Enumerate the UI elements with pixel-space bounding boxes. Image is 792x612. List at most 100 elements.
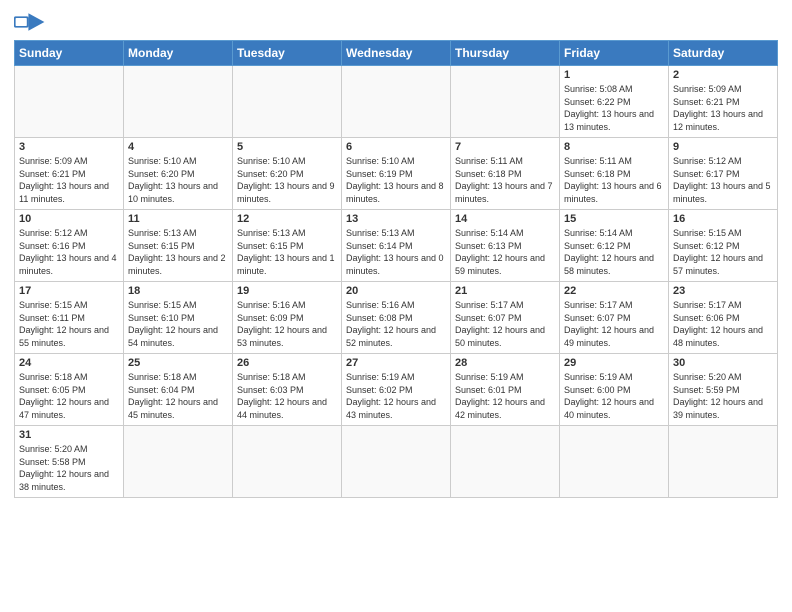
- day-number: 5: [237, 141, 337, 153]
- day-cell: 7 Sunrise: 5:11 AM Sunset: 6:18 PM Daylig…: [451, 138, 560, 210]
- day-number: 25: [128, 357, 228, 369]
- day-info: Sunrise: 5:18 AM Sunset: 6:04 PM Dayligh…: [128, 371, 228, 421]
- day-info: Sunrise: 5:19 AM Sunset: 6:02 PM Dayligh…: [346, 371, 446, 421]
- day-cell: 23Sunrise: 5:17 AM Sunset: 6:06 PM Dayli…: [669, 282, 778, 354]
- logo: [14, 10, 50, 34]
- day-cell: 6Sunrise: 5:10 AM Sunset: 6:19 PM Daylig…: [342, 138, 451, 210]
- day-info: Sunrise: 5:20 AM Sunset: 5:59 PM Dayligh…: [673, 371, 773, 421]
- day-info: Sunrise: 5:17 AM Sunset: 6:07 PM Dayligh…: [455, 299, 555, 349]
- day-cell: 3Sunrise: 5:09 AM Sunset: 6:21 PM Daylig…: [15, 138, 124, 210]
- day-cell: [669, 426, 778, 498]
- week-row-3: 10 Sunrise: 5:12 AM Sunset: 6:16 PM Dayli…: [15, 210, 778, 282]
- day-cell: 31 Sunrise: 5:20 AM Sunset: 5:58 PM Dayli…: [15, 426, 124, 498]
- day-info: Sunrise: 5:17 AM Sunset: 6:07 PM Dayligh…: [564, 299, 664, 349]
- day-cell: 28Sunrise: 5:19 AM Sunset: 6:01 PM Dayli…: [451, 354, 560, 426]
- day-number: 12: [237, 213, 337, 225]
- day-number: 29: [564, 357, 664, 369]
- day-number: 26: [237, 357, 337, 369]
- day-cell: 16 Sunrise: 5:15 AM Sunset: 6:12 PM Dayli…: [669, 210, 778, 282]
- weekday-header-tuesday: Tuesday: [233, 41, 342, 66]
- page: SundayMondayTuesdayWednesdayThursdayFrid…: [0, 0, 792, 508]
- day-info: Sunrise: 5:19 AM Sunset: 6:00 PM Dayligh…: [564, 371, 664, 421]
- day-cell: 25 Sunrise: 5:18 AM Sunset: 6:04 PM Dayli…: [124, 354, 233, 426]
- day-number: 2: [673, 69, 773, 81]
- day-number: 6: [346, 141, 446, 153]
- weekday-header-wednesday: Wednesday: [342, 41, 451, 66]
- day-cell: [560, 426, 669, 498]
- day-cell: 18 Sunrise: 5:15 AM Sunset: 6:10 PM Dayli…: [124, 282, 233, 354]
- day-number: 30: [673, 357, 773, 369]
- day-info: Sunrise: 5:11 AM Sunset: 6:18 PM Dayligh…: [564, 155, 664, 205]
- day-cell: [124, 66, 233, 138]
- day-cell: 20Sunrise: 5:16 AM Sunset: 6:08 PM Dayli…: [342, 282, 451, 354]
- day-number: 10: [19, 213, 119, 225]
- day-cell: 10 Sunrise: 5:12 AM Sunset: 6:16 PM Dayli…: [15, 210, 124, 282]
- day-cell: 21 Sunrise: 5:17 AM Sunset: 6:07 PM Dayli…: [451, 282, 560, 354]
- weekday-header-monday: Monday: [124, 41, 233, 66]
- day-info: Sunrise: 5:14 AM Sunset: 6:12 PM Dayligh…: [564, 227, 664, 277]
- week-row-5: 24 Sunrise: 5:18 AM Sunset: 6:05 PM Dayli…: [15, 354, 778, 426]
- day-cell: 24 Sunrise: 5:18 AM Sunset: 6:05 PM Dayli…: [15, 354, 124, 426]
- day-info: Sunrise: 5:15 AM Sunset: 6:12 PM Dayligh…: [673, 227, 773, 277]
- weekday-header-friday: Friday: [560, 41, 669, 66]
- day-number: 23: [673, 285, 773, 297]
- weekday-header-row: SundayMondayTuesdayWednesdayThursdayFrid…: [15, 41, 778, 66]
- day-info: Sunrise: 5:08 AM Sunset: 6:22 PM Dayligh…: [564, 83, 664, 133]
- day-cell: 26Sunrise: 5:18 AM Sunset: 6:03 PM Dayli…: [233, 354, 342, 426]
- day-number: 21: [455, 285, 555, 297]
- logo-icon: [14, 10, 46, 34]
- day-number: 27: [346, 357, 446, 369]
- day-number: 19: [237, 285, 337, 297]
- day-info: Sunrise: 5:16 AM Sunset: 6:09 PM Dayligh…: [237, 299, 337, 349]
- day-info: Sunrise: 5:11 AM Sunset: 6:18 PM Dayligh…: [455, 155, 555, 205]
- day-number: 16: [673, 213, 773, 225]
- day-cell: 22 Sunrise: 5:17 AM Sunset: 6:07 PM Dayli…: [560, 282, 669, 354]
- header: [14, 10, 778, 34]
- weekday-header-saturday: Saturday: [669, 41, 778, 66]
- weekday-header-sunday: Sunday: [15, 41, 124, 66]
- day-cell: 11Sunrise: 5:13 AM Sunset: 6:15 PM Dayli…: [124, 210, 233, 282]
- day-info: Sunrise: 5:09 AM Sunset: 6:21 PM Dayligh…: [673, 83, 773, 133]
- day-info: Sunrise: 5:12 AM Sunset: 6:16 PM Dayligh…: [19, 227, 119, 277]
- day-cell: 8Sunrise: 5:11 AM Sunset: 6:18 PM Daylig…: [560, 138, 669, 210]
- week-row-1: 1 Sunrise: 5:08 AM Sunset: 6:22 PM Daylig…: [15, 66, 778, 138]
- day-cell: [15, 66, 124, 138]
- day-number: 24: [19, 357, 119, 369]
- day-number: 3: [19, 141, 119, 153]
- day-number: 18: [128, 285, 228, 297]
- day-info: Sunrise: 5:15 AM Sunset: 6:10 PM Dayligh…: [128, 299, 228, 349]
- day-cell: 27 Sunrise: 5:19 AM Sunset: 6:02 PM Dayli…: [342, 354, 451, 426]
- day-cell: [342, 66, 451, 138]
- day-number: 4: [128, 141, 228, 153]
- week-row-4: 17Sunrise: 5:15 AM Sunset: 6:11 PM Dayli…: [15, 282, 778, 354]
- day-number: 13: [346, 213, 446, 225]
- day-cell: 15Sunrise: 5:14 AM Sunset: 6:12 PM Dayli…: [560, 210, 669, 282]
- day-number: 20: [346, 285, 446, 297]
- day-cell: [233, 66, 342, 138]
- day-cell: [124, 426, 233, 498]
- day-info: Sunrise: 5:13 AM Sunset: 6:15 PM Dayligh…: [128, 227, 228, 277]
- day-number: 7: [455, 141, 555, 153]
- day-number: 28: [455, 357, 555, 369]
- day-cell: 14Sunrise: 5:14 AM Sunset: 6:13 PM Dayli…: [451, 210, 560, 282]
- week-row-6: 31 Sunrise: 5:20 AM Sunset: 5:58 PM Dayli…: [15, 426, 778, 498]
- day-info: Sunrise: 5:15 AM Sunset: 6:11 PM Dayligh…: [19, 299, 119, 349]
- calendar-table: SundayMondayTuesdayWednesdayThursdayFrid…: [14, 40, 778, 498]
- day-cell: 12 Sunrise: 5:13 AM Sunset: 6:15 PM Dayli…: [233, 210, 342, 282]
- day-cell: 2 Sunrise: 5:09 AM Sunset: 6:21 PM Daylig…: [669, 66, 778, 138]
- day-cell: 4 Sunrise: 5:10 AM Sunset: 6:20 PM Daylig…: [124, 138, 233, 210]
- day-cell: [451, 426, 560, 498]
- day-cell: [233, 426, 342, 498]
- day-number: 9: [673, 141, 773, 153]
- day-number: 22: [564, 285, 664, 297]
- day-info: Sunrise: 5:10 AM Sunset: 6:20 PM Dayligh…: [128, 155, 228, 205]
- day-cell: 30 Sunrise: 5:20 AM Sunset: 5:59 PM Dayli…: [669, 354, 778, 426]
- day-cell: 1 Sunrise: 5:08 AM Sunset: 6:22 PM Daylig…: [560, 66, 669, 138]
- day-number: 31: [19, 429, 119, 441]
- day-info: Sunrise: 5:13 AM Sunset: 6:15 PM Dayligh…: [237, 227, 337, 277]
- day-info: Sunrise: 5:18 AM Sunset: 6:05 PM Dayligh…: [19, 371, 119, 421]
- day-info: Sunrise: 5:20 AM Sunset: 5:58 PM Dayligh…: [19, 443, 119, 493]
- day-number: 1: [564, 69, 664, 81]
- day-cell: 5Sunrise: 5:10 AM Sunset: 6:20 PM Daylig…: [233, 138, 342, 210]
- weekday-header-thursday: Thursday: [451, 41, 560, 66]
